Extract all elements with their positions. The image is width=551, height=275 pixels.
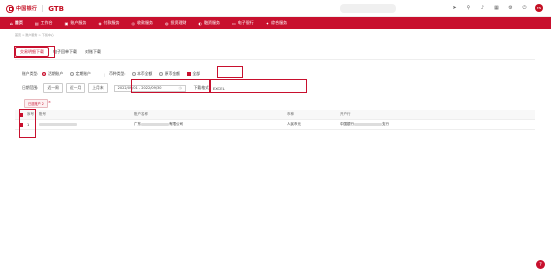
finance-icon: ◐ xyxy=(198,20,203,26)
pin-icon[interactable]: ⚲ xyxy=(465,5,472,12)
service-icon: ✦ xyxy=(265,20,270,26)
nav-item-desk[interactable]: ▤ 工作台 xyxy=(29,17,59,29)
desk-icon: ▤ xyxy=(34,20,39,26)
bank-suffix: 支行 xyxy=(382,122,389,126)
radio-dot xyxy=(159,72,164,76)
highlight-box-format xyxy=(210,79,307,93)
avatar[interactable]: EN xyxy=(535,4,543,12)
nav-label: 首页 xyxy=(14,20,23,25)
radio-dot xyxy=(131,72,136,76)
power-icon[interactable]: ⏻ xyxy=(521,5,528,12)
grid-icon[interactable]: ▦ xyxy=(493,5,500,12)
nav-label: 账户服务 xyxy=(70,20,87,25)
receive-icon: ◎ xyxy=(131,20,136,26)
nav-item-receive[interactable]: ◎ 收款服务 xyxy=(126,17,160,29)
radio-label: 本币全额 xyxy=(137,71,153,76)
account-type-label: 账户类型: xyxy=(22,71,39,76)
nav-item-service[interactable]: ✦ 综合服务 xyxy=(260,17,293,29)
nav-item-ebank[interactable]: ▭ 电子银行 xyxy=(226,17,260,29)
nav-label: 投资理财 xyxy=(170,20,187,25)
product-name: GTB xyxy=(48,4,64,13)
nav-label: 融资服务 xyxy=(204,20,221,25)
radio-label: 活期账户 xyxy=(47,71,64,76)
close-icon[interactable]: × xyxy=(48,100,51,104)
radio-original-currency[interactable]: 原币金额 xyxy=(159,71,180,77)
tab-divider xyxy=(15,59,535,60)
radio-fixed-account[interactable]: 定期账户 xyxy=(70,71,91,77)
account-table: 序号 账号 账户名称 币种 开户行 1 广东 有限公司 人民币元 中国银行 支行 xyxy=(15,110,535,130)
checkbox-all-box xyxy=(186,72,191,76)
nav-item-account[interactable]: ▣ 账户服务 xyxy=(59,17,93,29)
home-icon: ⌂ xyxy=(10,20,13,26)
previous-month-end-button[interactable]: 上月末 xyxy=(88,83,108,93)
col-account: 账号 xyxy=(39,112,46,116)
logo: 中国银行 GTB xyxy=(6,4,64,13)
radio-label: 原币金额 xyxy=(164,71,180,76)
row-name: 广东 有限公司 xyxy=(134,122,287,127)
nav-item-home[interactable]: ⌂ 首页 xyxy=(4,17,29,29)
nav-label: 收款服务 xyxy=(137,20,154,25)
bank-logo-icon xyxy=(6,4,14,13)
bell-icon[interactable]: ♪ xyxy=(479,5,486,12)
nav-item-finance[interactable]: ◐ 融资服务 xyxy=(193,17,227,29)
nav-item-pay[interactable]: ◈ 付款服务 xyxy=(92,17,125,29)
nav-label: 付款服务 xyxy=(103,20,120,25)
invest-icon: ◍ xyxy=(165,20,169,26)
checkbox-label: 全部 xyxy=(192,71,201,76)
top-bar: 中国银行 GTB ➤ ⚲ ♪ ▦ ⚙ ⏻ EN xyxy=(0,0,551,17)
highlight-box-tab xyxy=(14,46,55,58)
table-header: 序号 账号 账户名称 币种 开户行 xyxy=(15,110,535,120)
nav-label: 工作台 xyxy=(40,20,53,25)
col-bank: 开户行 xyxy=(340,112,351,116)
table-row[interactable]: 1 广东 有限公司 人民币元 中国银行 支行 xyxy=(15,120,535,130)
currency-label: 币种类型: xyxy=(109,71,126,76)
row-currency: 人民币元 xyxy=(287,122,301,126)
radio-current-account[interactable]: 活期账户 xyxy=(42,71,63,77)
date-label: 日期范围: xyxy=(22,85,39,90)
row-bank: 中国银行 支行 xyxy=(340,122,460,127)
tab-reconciliation[interactable]: 对账下载 xyxy=(81,47,105,57)
bank-name: 中国银行 xyxy=(16,6,38,12)
last-month-button[interactable]: 近一月 xyxy=(65,83,86,93)
masked-account xyxy=(39,123,77,126)
name-suffix: 有限公司 xyxy=(169,122,183,126)
account-icon: ▣ xyxy=(64,20,69,26)
masked-bank xyxy=(354,122,382,126)
divider: | xyxy=(103,71,106,77)
radio-local-currency[interactable]: 本币全额 xyxy=(131,71,153,77)
highlight-box-checkboxes xyxy=(19,109,36,138)
settings-icon[interactable]: ⚙ xyxy=(507,5,514,12)
col-name: 账户名称 xyxy=(134,112,148,116)
radio-label: 定期账户 xyxy=(75,71,91,76)
breadcrumb: 首页 > 账户服务 > 下载中心 xyxy=(15,33,54,37)
ebank-icon: ▭ xyxy=(232,20,236,26)
send-icon[interactable]: ➤ xyxy=(451,5,458,12)
masked-name xyxy=(141,122,169,126)
last-week-button[interactable]: 近一周 xyxy=(43,83,63,93)
selected-accounts-chip[interactable]: 已选账户 2 xyxy=(24,99,48,108)
highlight-box-date xyxy=(131,79,210,93)
radio-dot xyxy=(42,72,47,76)
name-prefix: 广东 xyxy=(134,122,141,126)
help-icon[interactable]: ? xyxy=(536,260,545,269)
bank-prefix: 中国银行 xyxy=(340,122,354,126)
nav-item-invest[interactable]: ◍ 投资理财 xyxy=(159,17,193,29)
col-currency: 币种 xyxy=(287,112,294,116)
logo-divider xyxy=(42,5,44,12)
pay-icon: ◈ xyxy=(98,20,102,26)
search-input[interactable] xyxy=(340,4,396,13)
nav-label: 综合服务 xyxy=(271,20,288,25)
row-account xyxy=(39,123,134,127)
main-nav: ⌂ 首页 ▤ 工作台 ▣ 账户服务 ◈ 付款服务 ◎ 收款服务 ◍ 投资理财 ◐ 融资服务 ▭… xyxy=(0,17,551,29)
checkbox-all[interactable]: 全部 xyxy=(186,71,201,77)
filter-row: 账户类型: 活期账户 定期账户 | 币种类型: 本币全额 原币金额 全部 xyxy=(22,71,207,77)
highlight-box-all xyxy=(217,66,243,78)
nav-label: 电子银行 xyxy=(237,20,254,25)
radio-dot xyxy=(70,72,75,76)
